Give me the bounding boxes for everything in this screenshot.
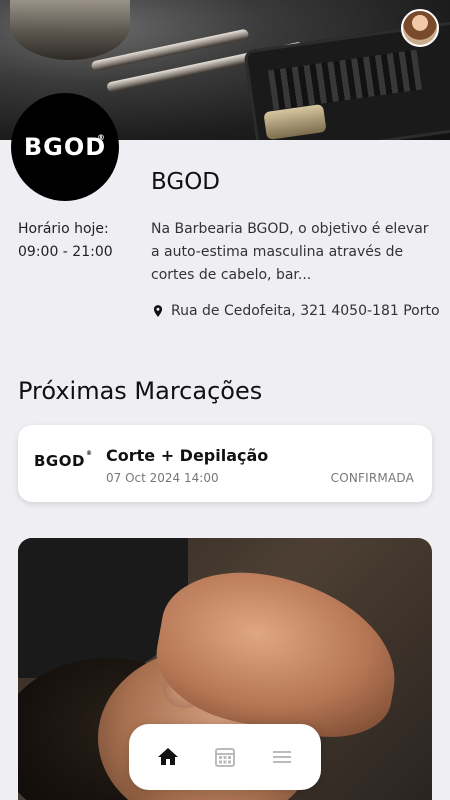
appointment-card[interactable]: BGOD ® Corte + Depilação 07 Oct 2024 14:… xyxy=(18,425,432,502)
hours-value: 09:00 - 21:00 xyxy=(18,244,113,260)
appointment-logo: BGOD xyxy=(34,452,85,470)
appointment-service: Corte + Depilação xyxy=(106,446,269,465)
section-title-appointments: Próximas Marcações xyxy=(18,377,263,405)
tab-menu[interactable] xyxy=(260,735,304,779)
hours-label: Horário hoje: xyxy=(18,221,109,237)
menu-icon xyxy=(273,751,292,763)
calendar-icon xyxy=(214,748,235,767)
home-icon xyxy=(157,748,178,765)
registered-mark: ® xyxy=(97,133,105,142)
hours-block: Horário hoje: 09:00 - 21:00 xyxy=(18,218,113,264)
shop-logo-text: BGOD xyxy=(23,133,107,161)
appointment-datetime: 07 Oct 2024 14:00 xyxy=(106,471,219,485)
shop-logo: BGOD ® xyxy=(11,93,119,201)
appointment-logo-reg: ® xyxy=(86,450,92,457)
banner-decor xyxy=(10,0,130,60)
user-avatar[interactable] xyxy=(401,9,439,47)
tab-calendar[interactable] xyxy=(203,735,247,779)
appointment-status: CONFIRMADA xyxy=(330,471,414,485)
shop-address[interactable]: Rua de Cedofeita, 321 4050-181 Porto xyxy=(151,302,440,320)
shop-name: BGOD xyxy=(151,169,221,195)
tab-home[interactable] xyxy=(146,735,190,779)
bottom-tab-bar xyxy=(129,724,321,790)
shop-description: Na Barbearia BGOD, o objetivo é elevar a… xyxy=(151,221,429,283)
location-pin-icon xyxy=(153,305,163,317)
address-text: Rua de Cedofeita, 321 4050-181 Porto xyxy=(171,303,440,319)
